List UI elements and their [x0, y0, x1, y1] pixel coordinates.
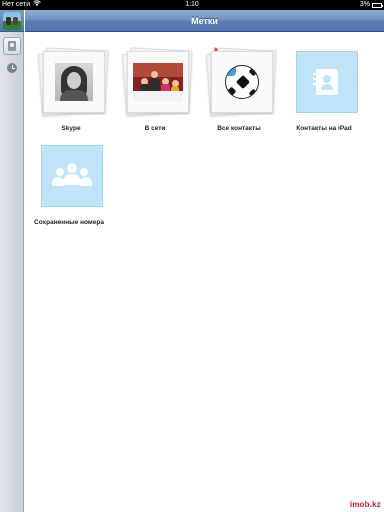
group-label: Сохраненные номера	[34, 219, 104, 226]
app-photo-icon[interactable]	[3, 12, 21, 30]
address-book-icon	[296, 51, 358, 113]
groups-grid: Skype В сети Все контакты Контакты на iP…	[25, 33, 384, 512]
contacts-icon	[8, 41, 16, 51]
avatar	[211, 51, 273, 113]
clock-icon	[7, 63, 17, 73]
battery-icon	[372, 2, 383, 8]
group-tile-online[interactable]: В сети	[115, 39, 195, 132]
clock-time: 1:10	[185, 1, 199, 8]
page-title: Метки	[191, 16, 218, 26]
soccer-ball-icon	[225, 65, 259, 99]
watermark: imob.kz	[349, 500, 381, 509]
group-label: Контакты на iPad	[296, 125, 352, 132]
family-photo	[133, 63, 183, 101]
battery-percent: 3%	[359, 1, 370, 8]
sidebar-item-recents[interactable]	[3, 59, 21, 77]
card-stack	[205, 47, 277, 117]
group-people-icon	[41, 145, 103, 207]
battery-area: 3%	[359, 0, 383, 10]
sidebar	[0, 10, 24, 512]
card-stack	[121, 47, 193, 117]
card-stack	[37, 47, 109, 117]
navigation-bar: Метки	[25, 10, 384, 32]
group-tile-ipad-contacts[interactable]: Контакты на iPad	[284, 39, 364, 132]
group-tile-skype[interactable]: Skype	[31, 39, 111, 132]
card-stack	[41, 145, 103, 207]
avatar	[43, 51, 105, 113]
sidebar-header	[0, 10, 24, 32]
avatar	[127, 51, 189, 113]
sidebar-item-contacts[interactable]	[3, 37, 21, 55]
card-stack	[296, 51, 358, 113]
contact-photo	[55, 63, 93, 101]
group-tile-all-contacts[interactable]: Все контакты	[199, 39, 279, 132]
status-bar: Нет сети 1:10 3%	[0, 0, 384, 10]
group-tile-saved-numbers[interactable]: Сохраненные номера	[29, 133, 109, 226]
